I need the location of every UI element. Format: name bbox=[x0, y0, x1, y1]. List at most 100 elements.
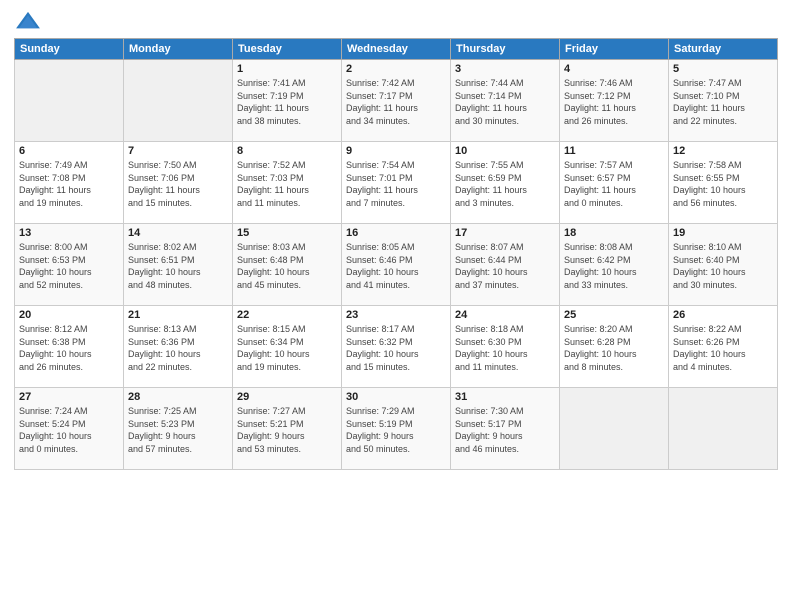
logo bbox=[14, 10, 46, 32]
calendar-week-row: 20 Sunrise: 8:12 AM Sunset: 6:38 PM Dayli… bbox=[15, 306, 778, 388]
day-detail: Sunrise: 8:10 AM Sunset: 6:40 PM Dayligh… bbox=[673, 241, 773, 291]
header bbox=[14, 10, 778, 32]
day-number: 23 bbox=[346, 309, 446, 321]
page: SundayMondayTuesdayWednesdayThursdayFrid… bbox=[0, 0, 792, 612]
day-detail: Sunrise: 7:25 AM Sunset: 5:23 PM Dayligh… bbox=[128, 405, 228, 455]
calendar-cell: 25 Sunrise: 8:20 AM Sunset: 6:28 PM Dayli… bbox=[560, 306, 669, 388]
day-detail: Sunrise: 8:03 AM Sunset: 6:48 PM Dayligh… bbox=[237, 241, 337, 291]
day-detail: Sunrise: 7:57 AM Sunset: 6:57 PM Dayligh… bbox=[564, 159, 664, 209]
weekday-header: Saturday bbox=[669, 39, 778, 60]
weekday-header: Thursday bbox=[451, 39, 560, 60]
day-detail: Sunrise: 8:18 AM Sunset: 6:30 PM Dayligh… bbox=[455, 323, 555, 373]
calendar-cell bbox=[15, 60, 124, 142]
day-number: 21 bbox=[128, 309, 228, 321]
day-detail: Sunrise: 8:08 AM Sunset: 6:42 PM Dayligh… bbox=[564, 241, 664, 291]
calendar-cell: 1Sunrise: 7:41 AM Sunset: 7:19 PM Daylig… bbox=[233, 60, 342, 142]
day-detail: Sunrise: 7:24 AM Sunset: 5:24 PM Dayligh… bbox=[19, 405, 119, 455]
calendar-cell bbox=[124, 60, 233, 142]
calendar-cell: 15 Sunrise: 8:03 AM Sunset: 6:48 PM Dayli… bbox=[233, 224, 342, 306]
calendar-cell: 17Sunrise: 8:07 AM Sunset: 6:44 PM Dayli… bbox=[451, 224, 560, 306]
day-detail: Sunrise: 8:12 AM Sunset: 6:38 PM Dayligh… bbox=[19, 323, 119, 373]
day-detail: Sunrise: 8:05 AM Sunset: 6:46 PM Dayligh… bbox=[346, 241, 446, 291]
weekday-header: Monday bbox=[124, 39, 233, 60]
day-number: 26 bbox=[673, 309, 773, 321]
day-number: 2 bbox=[346, 63, 446, 75]
calendar-cell: 26 Sunrise: 8:22 AM Sunset: 6:26 PM Dayli… bbox=[669, 306, 778, 388]
day-number: 19 bbox=[673, 227, 773, 239]
day-detail: Sunrise: 8:20 AM Sunset: 6:28 PM Dayligh… bbox=[564, 323, 664, 373]
calendar-cell: 6 Sunrise: 7:49 AM Sunset: 7:08 PM Daylig… bbox=[15, 142, 124, 224]
day-detail: Sunrise: 8:22 AM Sunset: 6:26 PM Dayligh… bbox=[673, 323, 773, 373]
weekday-header: Tuesday bbox=[233, 39, 342, 60]
weekday-header: Wednesday bbox=[342, 39, 451, 60]
day-detail: Sunrise: 7:47 AM Sunset: 7:10 PM Dayligh… bbox=[673, 77, 773, 127]
day-number: 24 bbox=[455, 309, 555, 321]
calendar-cell: 4Sunrise: 7:46 AM Sunset: 7:12 PM Daylig… bbox=[560, 60, 669, 142]
calendar-cell: 13 Sunrise: 8:00 AM Sunset: 6:53 PM Dayli… bbox=[15, 224, 124, 306]
calendar-cell: 24 Sunrise: 8:18 AM Sunset: 6:30 PM Dayli… bbox=[451, 306, 560, 388]
calendar-cell bbox=[669, 388, 778, 470]
day-number: 29 bbox=[237, 391, 337, 403]
day-number: 9 bbox=[346, 145, 446, 157]
calendar-cell: 8Sunrise: 7:52 AM Sunset: 7:03 PM Daylig… bbox=[233, 142, 342, 224]
day-detail: Sunrise: 8:02 AM Sunset: 6:51 PM Dayligh… bbox=[128, 241, 228, 291]
calendar-cell: 12Sunrise: 7:58 AM Sunset: 6:55 PM Dayli… bbox=[669, 142, 778, 224]
calendar-cell: 3Sunrise: 7:44 AM Sunset: 7:14 PM Daylig… bbox=[451, 60, 560, 142]
day-number: 17 bbox=[455, 227, 555, 239]
day-detail: Sunrise: 8:00 AM Sunset: 6:53 PM Dayligh… bbox=[19, 241, 119, 291]
day-number: 15 bbox=[237, 227, 337, 239]
day-number: 30 bbox=[346, 391, 446, 403]
day-number: 3 bbox=[455, 63, 555, 75]
calendar-header-row: SundayMondayTuesdayWednesdayThursdayFrid… bbox=[15, 39, 778, 60]
calendar-cell: 10Sunrise: 7:55 AM Sunset: 6:59 PM Dayli… bbox=[451, 142, 560, 224]
day-number: 18 bbox=[564, 227, 664, 239]
calendar-cell: 2Sunrise: 7:42 AM Sunset: 7:17 PM Daylig… bbox=[342, 60, 451, 142]
calendar-week-row: 27 Sunrise: 7:24 AM Sunset: 5:24 PM Dayli… bbox=[15, 388, 778, 470]
calendar-cell: 31 Sunrise: 7:30 AM Sunset: 5:17 PM Dayli… bbox=[451, 388, 560, 470]
calendar-cell: 7Sunrise: 7:50 AM Sunset: 7:06 PM Daylig… bbox=[124, 142, 233, 224]
calendar-week-row: 6 Sunrise: 7:49 AM Sunset: 7:08 PM Daylig… bbox=[15, 142, 778, 224]
day-detail: Sunrise: 7:52 AM Sunset: 7:03 PM Dayligh… bbox=[237, 159, 337, 209]
calendar-cell bbox=[560, 388, 669, 470]
day-detail: Sunrise: 8:13 AM Sunset: 6:36 PM Dayligh… bbox=[128, 323, 228, 373]
day-detail: Sunrise: 7:58 AM Sunset: 6:55 PM Dayligh… bbox=[673, 159, 773, 209]
calendar-cell: 23 Sunrise: 8:17 AM Sunset: 6:32 PM Dayli… bbox=[342, 306, 451, 388]
calendar-cell: 18 Sunrise: 8:08 AM Sunset: 6:42 PM Dayli… bbox=[560, 224, 669, 306]
calendar-cell: 14 Sunrise: 8:02 AM Sunset: 6:51 PM Dayli… bbox=[124, 224, 233, 306]
day-detail: Sunrise: 7:54 AM Sunset: 7:01 PM Dayligh… bbox=[346, 159, 446, 209]
day-number: 16 bbox=[346, 227, 446, 239]
day-number: 27 bbox=[19, 391, 119, 403]
calendar-cell: 29 Sunrise: 7:27 AM Sunset: 5:21 PM Dayli… bbox=[233, 388, 342, 470]
day-detail: Sunrise: 7:41 AM Sunset: 7:19 PM Dayligh… bbox=[237, 77, 337, 127]
day-number: 22 bbox=[237, 309, 337, 321]
day-detail: Sunrise: 8:15 AM Sunset: 6:34 PM Dayligh… bbox=[237, 323, 337, 373]
day-detail: Sunrise: 7:27 AM Sunset: 5:21 PM Dayligh… bbox=[237, 405, 337, 455]
calendar-cell: 28 Sunrise: 7:25 AM Sunset: 5:23 PM Dayli… bbox=[124, 388, 233, 470]
weekday-header: Friday bbox=[560, 39, 669, 60]
day-number: 5 bbox=[673, 63, 773, 75]
calendar-cell: 9 Sunrise: 7:54 AM Sunset: 7:01 PM Daylig… bbox=[342, 142, 451, 224]
day-number: 4 bbox=[564, 63, 664, 75]
calendar-cell: 20 Sunrise: 8:12 AM Sunset: 6:38 PM Dayli… bbox=[15, 306, 124, 388]
logo-icon bbox=[14, 10, 42, 32]
day-detail: Sunrise: 7:49 AM Sunset: 7:08 PM Dayligh… bbox=[19, 159, 119, 209]
day-number: 25 bbox=[564, 309, 664, 321]
day-number: 20 bbox=[19, 309, 119, 321]
day-number: 28 bbox=[128, 391, 228, 403]
calendar-week-row: 1Sunrise: 7:41 AM Sunset: 7:19 PM Daylig… bbox=[15, 60, 778, 142]
calendar-cell: 5 Sunrise: 7:47 AM Sunset: 7:10 PM Daylig… bbox=[669, 60, 778, 142]
day-detail: Sunrise: 7:30 AM Sunset: 5:17 PM Dayligh… bbox=[455, 405, 555, 455]
calendar-cell: 19 Sunrise: 8:10 AM Sunset: 6:40 PM Dayli… bbox=[669, 224, 778, 306]
calendar-cell: 21 Sunrise: 8:13 AM Sunset: 6:36 PM Dayli… bbox=[124, 306, 233, 388]
day-number: 11 bbox=[564, 145, 664, 157]
calendar-cell: 27 Sunrise: 7:24 AM Sunset: 5:24 PM Dayli… bbox=[15, 388, 124, 470]
calendar-table: SundayMondayTuesdayWednesdayThursdayFrid… bbox=[14, 38, 778, 470]
calendar-cell: 16 Sunrise: 8:05 AM Sunset: 6:46 PM Dayli… bbox=[342, 224, 451, 306]
day-number: 31 bbox=[455, 391, 555, 403]
day-number: 14 bbox=[128, 227, 228, 239]
day-number: 13 bbox=[19, 227, 119, 239]
day-number: 10 bbox=[455, 145, 555, 157]
day-detail: Sunrise: 8:17 AM Sunset: 6:32 PM Dayligh… bbox=[346, 323, 446, 373]
calendar-cell: 30Sunrise: 7:29 AM Sunset: 5:19 PM Dayli… bbox=[342, 388, 451, 470]
day-number: 6 bbox=[19, 145, 119, 157]
